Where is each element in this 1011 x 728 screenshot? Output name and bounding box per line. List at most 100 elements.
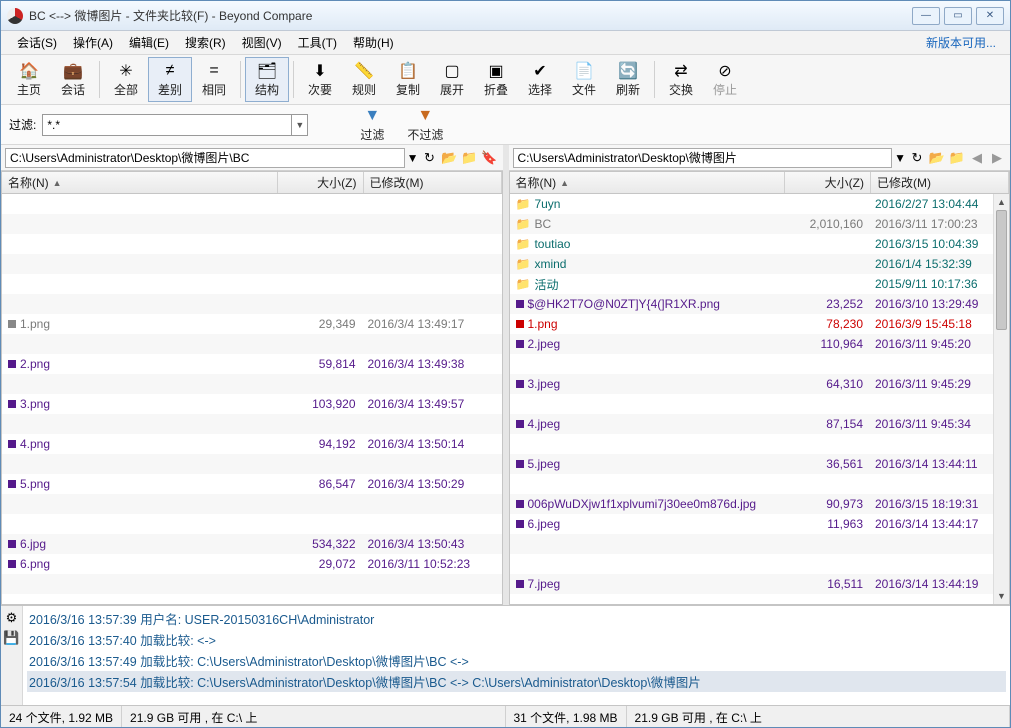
file-row[interactable]: 2.jpeg110,9642016/3/11 9:45:20 bbox=[510, 334, 1010, 354]
menu-操作(A)[interactable]: 操作(A) bbox=[65, 32, 121, 53]
scroll-down-icon[interactable]: ▼ bbox=[994, 588, 1009, 604]
文件-icon: 📄 bbox=[575, 62, 593, 80]
window-title: BC <--> 微博图片 - 文件夹比较(F) - Beyond Compare bbox=[29, 7, 912, 24]
log-line[interactable]: 2016/3/16 13:57:40 加载比较: <-> bbox=[27, 629, 1006, 650]
right-header: 名称(N)▲ 大小(Z) 已修改(M) bbox=[510, 172, 1010, 194]
toolbar-结构[interactable]: 🗂结构 bbox=[245, 57, 289, 102]
maximize-button[interactable]: ▭ bbox=[944, 7, 972, 25]
toolbar-文件[interactable]: 📄文件 bbox=[562, 57, 606, 102]
log-gear-icon[interactable]: ⚙ bbox=[6, 610, 18, 626]
col-modified[interactable]: 已修改(M) bbox=[871, 172, 1009, 193]
log-line[interactable]: 2016/3/16 13:57:54 加载比较: C:\Users\Admini… bbox=[27, 671, 1006, 692]
toolbar-次要[interactable]: ⬇次要 bbox=[298, 57, 342, 102]
scroll-up-icon[interactable]: ▲ bbox=[994, 194, 1009, 210]
file-row[interactable]: 6.jpeg11,9632016/3/14 13:44:17 bbox=[510, 514, 1010, 534]
folder-row[interactable]: 📁BC2,010,1602016/3/11 17:00:23 bbox=[510, 214, 1010, 234]
left-tree-icon[interactable]: 📁 bbox=[461, 149, 479, 167]
col-size[interactable]: 大小(Z) bbox=[785, 172, 871, 193]
toolbar-复制[interactable]: 📋复制 bbox=[386, 57, 430, 102]
toolbar-规则[interactable]: 📏规则 bbox=[342, 57, 386, 102]
toolbar-差别[interactable]: ≠差别 bbox=[148, 57, 192, 102]
right-back-icon[interactable]: ◀ bbox=[968, 149, 986, 167]
file-row[interactable]: 3.jpeg64,3102016/3/11 9:45:29 bbox=[510, 374, 1010, 394]
folder-row[interactable]: 📁xmind2016/1/4 15:32:39 bbox=[510, 254, 1010, 274]
filter-input[interactable] bbox=[42, 114, 292, 136]
left-bookmark-icon[interactable]: 🔖 bbox=[481, 149, 499, 167]
blank-row bbox=[2, 334, 502, 354]
menu-工具(T)[interactable]: 工具(T) bbox=[290, 32, 345, 53]
file-row[interactable]: 006pWuDXjw1f1xplvumi7j30ee0m876d.jpg90,9… bbox=[510, 494, 1010, 514]
toolbar-展开[interactable]: ▢展开 bbox=[430, 57, 474, 102]
left-path-bar: ▼ ↻ 📂 📁 🔖 bbox=[1, 145, 503, 171]
close-button[interactable]: ✕ bbox=[976, 7, 1004, 25]
toolbar-选择[interactable]: ✔选择 bbox=[518, 57, 562, 102]
col-modified[interactable]: 已修改(M) bbox=[364, 172, 502, 193]
file-marker-icon bbox=[8, 480, 16, 488]
filter-button[interactable]: ▼ 过滤 bbox=[350, 104, 394, 146]
menu-编辑(E)[interactable]: 编辑(E) bbox=[121, 32, 177, 53]
file-row[interactable]: 6.png29,0722016/3/11 10:52:23 bbox=[2, 554, 502, 574]
file-row[interactable]: 2.png59,8142016/3/4 13:49:38 bbox=[2, 354, 502, 374]
刷新-icon: 🔄 bbox=[619, 62, 637, 80]
toolbar-刷新[interactable]: 🔄刷新 bbox=[606, 57, 650, 102]
col-size[interactable]: 大小(Z) bbox=[278, 172, 364, 193]
toolbar-停止: ⊘停止 bbox=[703, 57, 747, 102]
left-pane: 名称(N)▲ 大小(Z) 已修改(M) 1.png29,3492016/3/4 … bbox=[1, 171, 503, 605]
scrollbar[interactable]: ▲ ▼ bbox=[993, 194, 1009, 604]
blank-row bbox=[2, 194, 502, 214]
no-filter-button[interactable]: ▼ 不过滤 bbox=[400, 104, 450, 146]
toolbar-会话[interactable]: 💼会话 bbox=[51, 57, 95, 102]
toolbar-主页[interactable]: 🏠主页 bbox=[7, 57, 51, 102]
file-row[interactable]: 5.jpeg36,5612016/3/14 13:44:11 bbox=[510, 454, 1010, 474]
file-row[interactable]: 3.png103,9202016/3/4 13:49:57 bbox=[2, 394, 502, 414]
menu-搜索(R)[interactable]: 搜索(R) bbox=[177, 32, 234, 53]
left-path-input[interactable] bbox=[5, 148, 405, 168]
差别-icon: ≠ bbox=[161, 62, 179, 80]
toolbar-相同[interactable]: =相同 bbox=[192, 57, 236, 102]
file-row[interactable]: 7.jpeg16,5112016/3/14 13:44:19 bbox=[510, 574, 1010, 594]
menu-视图(V)[interactable]: 视图(V) bbox=[234, 32, 290, 53]
filter-dropdown[interactable]: ▼ bbox=[292, 114, 308, 136]
toolbar: 🏠主页💼会话✳全部≠差别=相同🗂结构⬇次要📏规则📋复制▢展开▣折叠✔选择📄文件🔄… bbox=[1, 55, 1010, 105]
toolbar-交换[interactable]: ⇄交换 bbox=[659, 57, 703, 102]
会话-icon: 💼 bbox=[64, 62, 82, 80]
right-tree-icon[interactable]: 📁 bbox=[948, 149, 966, 167]
right-fwd-icon[interactable]: ▶ bbox=[988, 149, 1006, 167]
blank-row bbox=[2, 574, 502, 594]
log-line[interactable]: 2016/3/16 13:57:49 加载比较: C:\Users\Admini… bbox=[27, 650, 1006, 671]
left-path-dropdown[interactable]: ▼ bbox=[407, 151, 419, 165]
minimize-button[interactable]: — bbox=[912, 7, 940, 25]
scroll-thumb[interactable] bbox=[996, 210, 1007, 330]
file-row[interactable]: 1.png78,2302016/3/9 15:45:18 bbox=[510, 314, 1010, 334]
col-name[interactable]: 名称(N)▲ bbox=[510, 172, 786, 193]
row-name: 7uyn bbox=[534, 197, 560, 211]
file-row[interactable]: 6.jpg534,3222016/3/4 13:50:43 bbox=[2, 534, 502, 554]
menu-会话(S)[interactable]: 会话(S) bbox=[9, 32, 65, 53]
file-row[interactable]: 1.png29,3492016/3/4 13:49:17 bbox=[2, 314, 502, 334]
left-reload-icon[interactable]: ↻ bbox=[421, 149, 439, 167]
toolbar-折叠[interactable]: ▣折叠 bbox=[474, 57, 518, 102]
blank-row bbox=[2, 234, 502, 254]
left-open-icon[interactable]: 📂 bbox=[441, 149, 459, 167]
file-row[interactable]: 5.png86,5472016/3/4 13:50:29 bbox=[2, 474, 502, 494]
new-version-link[interactable]: 新版本可用... bbox=[926, 34, 1002, 51]
log-line[interactable]: 2016/3/16 13:57:39 用户名: USER-20150316CH\… bbox=[27, 608, 1006, 629]
row-size: 94,192 bbox=[278, 437, 364, 451]
log-save-icon[interactable]: 💾 bbox=[3, 630, 19, 646]
folder-row[interactable]: 📁活动2015/9/11 10:17:36 bbox=[510, 274, 1010, 294]
right-reload-icon[interactable]: ↻ bbox=[908, 149, 926, 167]
right-open-icon[interactable]: 📂 bbox=[928, 149, 946, 167]
col-name[interactable]: 名称(N)▲ bbox=[2, 172, 278, 193]
right-path-input[interactable] bbox=[513, 148, 893, 168]
menu-帮助(H)[interactable]: 帮助(H) bbox=[345, 32, 402, 53]
row-name: BC bbox=[534, 217, 551, 231]
file-row[interactable]: 4.png94,1922016/3/4 13:50:14 bbox=[2, 434, 502, 454]
blank-row bbox=[2, 374, 502, 394]
file-row[interactable]: $@HK2T7O@N0ZT]Y{4(]R1XR.png23,2522016/3/… bbox=[510, 294, 1010, 314]
right-path-dropdown[interactable]: ▼ bbox=[894, 151, 906, 165]
sort-asc-icon: ▲ bbox=[53, 178, 62, 188]
folder-row[interactable]: 📁toutiao2016/3/15 10:04:39 bbox=[510, 234, 1010, 254]
toolbar-全部[interactable]: ✳全部 bbox=[104, 57, 148, 102]
folder-row[interactable]: 📁7uyn2016/2/27 13:04:44 bbox=[510, 194, 1010, 214]
file-row[interactable]: 4.jpeg87,1542016/3/11 9:45:34 bbox=[510, 414, 1010, 434]
